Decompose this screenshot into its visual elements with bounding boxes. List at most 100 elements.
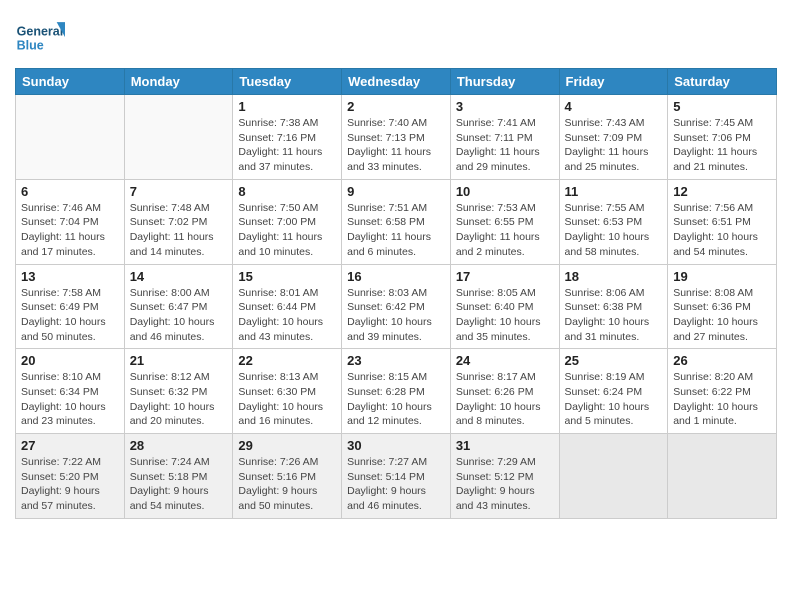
calendar-empty-cell — [668, 434, 777, 519]
calendar-day-cell: 22 Sunrise: 8:13 AM Sunset: 6:30 PM Dayli… — [233, 349, 342, 434]
day-info: Sunrise: 7:26 AM Sunset: 5:16 PM Dayligh… — [238, 455, 336, 514]
day-info: Sunrise: 7:27 AM Sunset: 5:14 PM Dayligh… — [347, 455, 445, 514]
day-number: 11 — [565, 184, 663, 199]
day-info: Sunrise: 8:08 AM Sunset: 6:36 PM Dayligh… — [673, 286, 771, 345]
calendar-day-cell: 21 Sunrise: 8:12 AM Sunset: 6:32 PM Dayli… — [124, 349, 233, 434]
calendar-day-cell: 23 Sunrise: 8:15 AM Sunset: 6:28 PM Dayli… — [342, 349, 451, 434]
day-info: Sunrise: 8:03 AM Sunset: 6:42 PM Dayligh… — [347, 286, 445, 345]
day-number: 22 — [238, 353, 336, 368]
calendar-week-row: 27 Sunrise: 7:22 AM Sunset: 5:20 PM Dayli… — [16, 434, 777, 519]
calendar-day-cell: 2 Sunrise: 7:40 AM Sunset: 7:13 PM Daylig… — [342, 95, 451, 180]
day-number: 3 — [456, 99, 554, 114]
day-info: Sunrise: 8:20 AM Sunset: 6:22 PM Dayligh… — [673, 370, 771, 429]
day-number: 9 — [347, 184, 445, 199]
day-info: Sunrise: 7:55 AM Sunset: 6:53 PM Dayligh… — [565, 201, 663, 260]
day-number: 13 — [21, 269, 119, 284]
day-number: 16 — [347, 269, 445, 284]
calendar-header-row: SundayMondayTuesdayWednesdayThursdayFrid… — [16, 69, 777, 95]
calendar-day-cell: 10 Sunrise: 7:53 AM Sunset: 6:55 PM Dayli… — [450, 179, 559, 264]
day-number: 14 — [130, 269, 228, 284]
calendar-day-cell: 30 Sunrise: 7:27 AM Sunset: 5:14 PM Dayli… — [342, 434, 451, 519]
calendar-day-cell: 3 Sunrise: 7:41 AM Sunset: 7:11 PM Daylig… — [450, 95, 559, 180]
calendar-day-cell: 13Sunrise: 7:58 AM Sunset: 6:49 PM Dayli… — [16, 264, 125, 349]
calendar-day-cell: 29 Sunrise: 7:26 AM Sunset: 5:16 PM Dayli… — [233, 434, 342, 519]
day-info: Sunrise: 7:53 AM Sunset: 6:55 PM Dayligh… — [456, 201, 554, 260]
day-info: Sunrise: 7:46 AM Sunset: 7:04 PM Dayligh… — [21, 201, 119, 260]
calendar-empty-cell — [559, 434, 668, 519]
calendar-header-monday: Monday — [124, 69, 233, 95]
day-info: Sunrise: 7:22 AM Sunset: 5:20 PM Dayligh… — [21, 455, 119, 514]
calendar-day-cell: 19Sunrise: 8:08 AM Sunset: 6:36 PM Dayli… — [668, 264, 777, 349]
calendar-day-cell: 1Sunrise: 7:38 AM Sunset: 7:16 PM Daylig… — [233, 95, 342, 180]
day-info: Sunrise: 7:29 AM Sunset: 5:12 PM Dayligh… — [456, 455, 554, 514]
calendar-header-tuesday: Tuesday — [233, 69, 342, 95]
calendar-day-cell: 5 Sunrise: 7:45 AM Sunset: 7:06 PM Daylig… — [668, 95, 777, 180]
day-number: 15 — [238, 269, 336, 284]
day-info: Sunrise: 7:48 AM Sunset: 7:02 PM Dayligh… — [130, 201, 228, 260]
day-number: 25 — [565, 353, 663, 368]
day-number: 26 — [673, 353, 771, 368]
day-info: Sunrise: 7:50 AM Sunset: 7:00 PM Dayligh… — [238, 201, 336, 260]
day-number: 17 — [456, 269, 554, 284]
day-number: 2 — [347, 99, 445, 114]
calendar-header-wednesday: Wednesday — [342, 69, 451, 95]
day-number: 31 — [456, 438, 554, 453]
day-info: Sunrise: 8:01 AM Sunset: 6:44 PM Dayligh… — [238, 286, 336, 345]
day-info: Sunrise: 8:00 AM Sunset: 6:47 PM Dayligh… — [130, 286, 228, 345]
day-info: Sunrise: 7:40 AM Sunset: 7:13 PM Dayligh… — [347, 116, 445, 175]
day-number: 21 — [130, 353, 228, 368]
calendar-header-saturday: Saturday — [668, 69, 777, 95]
day-number: 8 — [238, 184, 336, 199]
calendar-header-friday: Friday — [559, 69, 668, 95]
day-info: Sunrise: 8:06 AM Sunset: 6:38 PM Dayligh… — [565, 286, 663, 345]
logo-svg: General Blue — [15, 15, 65, 60]
calendar-day-cell: 15 Sunrise: 8:01 AM Sunset: 6:44 PM Dayli… — [233, 264, 342, 349]
calendar-day-cell: 20 Sunrise: 8:10 AM Sunset: 6:34 PM Dayli… — [16, 349, 125, 434]
day-info: Sunrise: 7:41 AM Sunset: 7:11 PM Dayligh… — [456, 116, 554, 175]
day-number: 20 — [21, 353, 119, 368]
day-number: 10 — [456, 184, 554, 199]
day-info: Sunrise: 8:10 AM Sunset: 6:34 PM Dayligh… — [21, 370, 119, 429]
calendar-day-cell: 17 Sunrise: 8:05 AM Sunset: 6:40 PM Dayli… — [450, 264, 559, 349]
day-info: Sunrise: 7:43 AM Sunset: 7:09 PM Dayligh… — [565, 116, 663, 175]
calendar-day-cell: 8 Sunrise: 7:50 AM Sunset: 7:00 PM Daylig… — [233, 179, 342, 264]
page-header: General Blue — [15, 15, 777, 60]
day-info: Sunrise: 8:05 AM Sunset: 6:40 PM Dayligh… — [456, 286, 554, 345]
calendar-day-cell: 16 Sunrise: 8:03 AM Sunset: 6:42 PM Dayli… — [342, 264, 451, 349]
day-info: Sunrise: 8:17 AM Sunset: 6:26 PM Dayligh… — [456, 370, 554, 429]
day-info: Sunrise: 8:15 AM Sunset: 6:28 PM Dayligh… — [347, 370, 445, 429]
day-info: Sunrise: 7:38 AM Sunset: 7:16 PM Dayligh… — [238, 116, 336, 175]
day-number: 5 — [673, 99, 771, 114]
day-number: 27 — [21, 438, 119, 453]
day-info: Sunrise: 8:12 AM Sunset: 6:32 PM Dayligh… — [130, 370, 228, 429]
day-number: 24 — [456, 353, 554, 368]
day-number: 12 — [673, 184, 771, 199]
calendar-week-row: 6Sunrise: 7:46 AM Sunset: 7:04 PM Daylig… — [16, 179, 777, 264]
calendar-day-cell: 4 Sunrise: 7:43 AM Sunset: 7:09 PM Daylig… — [559, 95, 668, 180]
day-number: 4 — [565, 99, 663, 114]
day-number: 18 — [565, 269, 663, 284]
day-info: Sunrise: 8:13 AM Sunset: 6:30 PM Dayligh… — [238, 370, 336, 429]
day-number: 23 — [347, 353, 445, 368]
calendar-day-cell: 28 Sunrise: 7:24 AM Sunset: 5:18 PM Dayli… — [124, 434, 233, 519]
calendar-header-thursday: Thursday — [450, 69, 559, 95]
day-info: Sunrise: 8:19 AM Sunset: 6:24 PM Dayligh… — [565, 370, 663, 429]
calendar-day-cell: 26 Sunrise: 8:20 AM Sunset: 6:22 PM Dayli… — [668, 349, 777, 434]
calendar-day-cell: 14 Sunrise: 8:00 AM Sunset: 6:47 PM Dayli… — [124, 264, 233, 349]
calendar-empty-cell — [124, 95, 233, 180]
day-number: 30 — [347, 438, 445, 453]
day-info: Sunrise: 7:56 AM Sunset: 6:51 PM Dayligh… — [673, 201, 771, 260]
calendar-day-cell: 11 Sunrise: 7:55 AM Sunset: 6:53 PM Dayli… — [559, 179, 668, 264]
calendar-day-cell: 9Sunrise: 7:51 AM Sunset: 6:58 PM Daylig… — [342, 179, 451, 264]
calendar-empty-cell — [16, 95, 125, 180]
calendar-table: SundayMondayTuesdayWednesdayThursdayFrid… — [15, 68, 777, 519]
day-number: 28 — [130, 438, 228, 453]
calendar-day-cell: 27 Sunrise: 7:22 AM Sunset: 5:20 PM Dayli… — [16, 434, 125, 519]
calendar-day-cell: 31 Sunrise: 7:29 AM Sunset: 5:12 PM Dayli… — [450, 434, 559, 519]
day-info: Sunrise: 7:45 AM Sunset: 7:06 PM Dayligh… — [673, 116, 771, 175]
day-number: 29 — [238, 438, 336, 453]
day-info: Sunrise: 7:24 AM Sunset: 5:18 PM Dayligh… — [130, 455, 228, 514]
calendar-day-cell: 12 Sunrise: 7:56 AM Sunset: 6:51 PM Dayli… — [668, 179, 777, 264]
calendar-week-row: 1Sunrise: 7:38 AM Sunset: 7:16 PM Daylig… — [16, 95, 777, 180]
calendar-day-cell: 18 Sunrise: 8:06 AM Sunset: 6:38 PM Dayli… — [559, 264, 668, 349]
